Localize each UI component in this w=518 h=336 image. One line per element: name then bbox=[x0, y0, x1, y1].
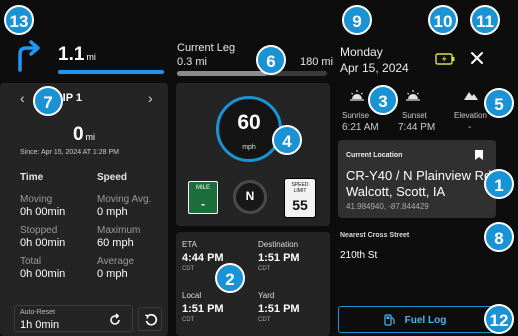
mile-marker-sign: MILE - bbox=[188, 181, 218, 214]
sunset-icon bbox=[406, 90, 420, 101]
cross-street-header: Nearest Cross Street bbox=[340, 232, 410, 239]
chevron-right-icon[interactable]: › bbox=[148, 90, 153, 106]
current-day: Monday bbox=[340, 45, 383, 59]
compass-heading: N bbox=[245, 189, 255, 203]
trip-since: Since: Apr 15, 2024 AT 1:28 PM bbox=[20, 149, 119, 156]
trip-distance-unit: mi bbox=[85, 132, 96, 142]
maximum-label: Maximum bbox=[97, 225, 141, 236]
marker-8: 8 bbox=[484, 222, 514, 252]
average-label: Average bbox=[97, 256, 135, 267]
bookmark-icon[interactable] bbox=[474, 149, 484, 161]
moving-avg-label: Moving Avg. bbox=[97, 194, 152, 205]
cross-street-value: 210th St bbox=[340, 250, 378, 261]
fuel-log-button[interactable]: Fuel Log bbox=[338, 306, 499, 333]
average-value: 0 mph bbox=[97, 268, 128, 280]
close-icon[interactable] bbox=[470, 51, 484, 65]
total-value: 0h 00min bbox=[20, 268, 66, 280]
eta-value: 4:44 PM bbox=[182, 252, 224, 264]
speed-limit-label: SPEED LIMIT bbox=[291, 182, 309, 194]
sunset-label: Sunset bbox=[402, 111, 427, 120]
current-location-header: Current Location bbox=[346, 152, 403, 159]
marker-3: 3 bbox=[368, 85, 398, 115]
local-label: Local bbox=[182, 291, 202, 300]
yard-label: Yard bbox=[258, 291, 275, 300]
destination-timezone: CDT bbox=[258, 266, 271, 272]
destination-value: 1:51 PM bbox=[258, 252, 300, 264]
current-leg-total: 180 mi bbox=[300, 56, 334, 68]
next-turn-unit: mi bbox=[86, 52, 96, 62]
chevron-left-icon[interactable]: ‹ bbox=[20, 90, 25, 106]
location-coordinates: 41.984940, -87.844429 bbox=[346, 202, 429, 211]
maximum-value: 60 mph bbox=[97, 237, 134, 249]
next-turn-progress-bar bbox=[58, 70, 164, 74]
marker-4: 4 bbox=[272, 125, 302, 155]
reset-icon[interactable] bbox=[108, 313, 122, 327]
trip-distance: 0 mi bbox=[72, 124, 96, 145]
reset-trip-button[interactable] bbox=[138, 307, 162, 331]
moving-value: 0h 00min bbox=[20, 206, 66, 218]
marker-6: 6 bbox=[256, 45, 286, 75]
total-label: Total bbox=[20, 256, 42, 267]
sunrise-label: Sunrise bbox=[342, 111, 370, 120]
turn-right-arrow-icon bbox=[18, 40, 40, 72]
stopped-label: Stopped bbox=[20, 225, 58, 236]
current-leg-progress bbox=[177, 71, 327, 76]
speed-limit-sign: SPEED LIMIT 55 bbox=[284, 178, 316, 218]
marker-10: 10 bbox=[428, 5, 458, 35]
current-leg-progress-fill bbox=[177, 71, 267, 76]
marker-7: 7 bbox=[33, 86, 63, 116]
elevation-label: Elevation bbox=[454, 111, 487, 120]
destination-label: Destination bbox=[258, 240, 299, 249]
current-date: Apr 15, 2024 bbox=[340, 61, 409, 75]
marker-2: 2 bbox=[215, 263, 245, 293]
yard-value: 1:51 PM bbox=[258, 303, 300, 315]
current-leg-value: 0.3 mi bbox=[177, 56, 207, 68]
sunrise-icon bbox=[350, 90, 364, 101]
mile-marker-label: MILE bbox=[195, 185, 210, 191]
marker-5: 5 bbox=[484, 88, 514, 118]
marker-11: 11 bbox=[470, 5, 500, 35]
mountain-icon bbox=[464, 92, 478, 100]
stopped-value: 0h 00min bbox=[20, 237, 66, 249]
eta-panel bbox=[176, 232, 330, 336]
speed-limit-value: 55 bbox=[292, 197, 308, 213]
fuel-log-label: Fuel Log bbox=[404, 315, 447, 326]
auto-reset-value: 1h 0min bbox=[20, 319, 60, 331]
marker-13: 13 bbox=[4, 5, 34, 35]
marker-9: 9 bbox=[342, 5, 372, 35]
moving-avg-value: 0 mph bbox=[97, 206, 128, 218]
undo-icon bbox=[145, 313, 158, 326]
sunset-value: 7:44 PM bbox=[398, 122, 436, 133]
auto-reset-control[interactable]: Auto-Reset 1h 0min bbox=[14, 305, 133, 332]
eta-timezone: CDT bbox=[182, 266, 195, 272]
sunrise-value: 6:21 AM bbox=[342, 122, 379, 133]
local-value: 1:51 PM bbox=[182, 303, 224, 315]
eta-label: ETA bbox=[182, 240, 197, 249]
speed-value: 60 bbox=[237, 111, 261, 134]
current-location-card: Current Location CR-Y40 / N Plainview Rd… bbox=[338, 140, 496, 218]
marker-12: 12 bbox=[484, 304, 514, 334]
marker-1: 1 bbox=[484, 169, 514, 199]
speed-header: Speed bbox=[97, 172, 128, 183]
yard-timezone: CDT bbox=[258, 317, 271, 323]
location-city: Walcott, Scott, IA bbox=[346, 184, 446, 199]
moving-label: Moving bbox=[20, 194, 53, 205]
battery-charging-icon bbox=[435, 53, 455, 65]
auto-reset-label: Auto-Reset bbox=[20, 309, 56, 316]
time-header: Time bbox=[20, 172, 44, 183]
location-street: CR-Y40 / N Plainview Rd bbox=[346, 168, 492, 183]
current-leg-label: Current Leg bbox=[177, 42, 236, 54]
mile-marker-value: - bbox=[201, 197, 205, 211]
local-timezone: CDT bbox=[182, 317, 195, 323]
elevation-value: - bbox=[468, 122, 472, 133]
next-turn-distance: 1.1 mi bbox=[58, 44, 96, 65]
